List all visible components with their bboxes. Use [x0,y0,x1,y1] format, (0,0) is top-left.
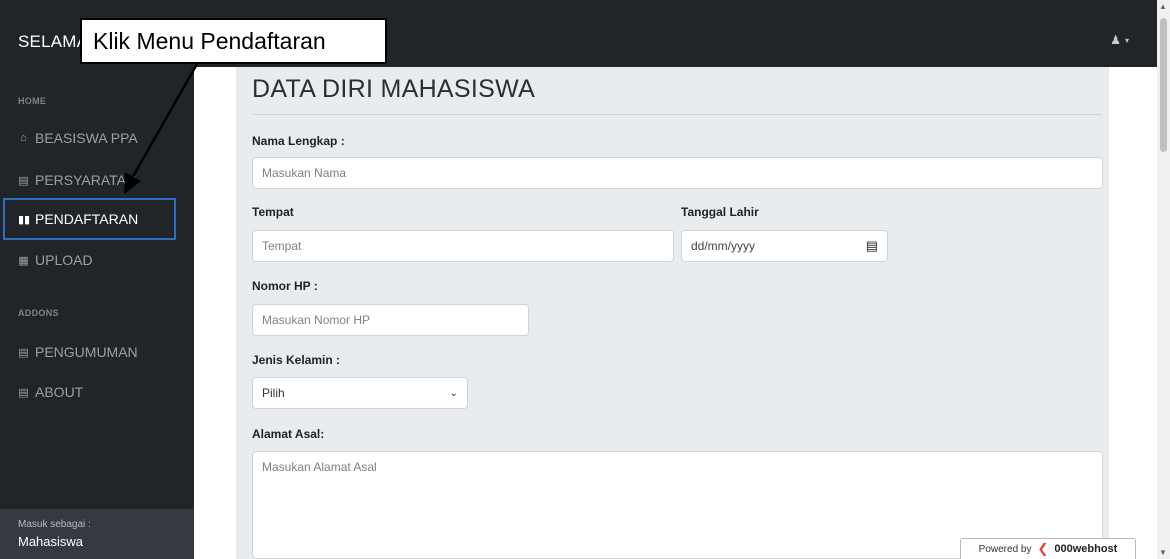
jenis-kelamin-select[interactable]: Pilih ⌄ [252,377,468,409]
jk-label: Jenis Kelamin : [252,353,341,367]
sidebar-item-pendaftaran[interactable]: ▮▮ PENDAFTARAN [3,198,176,240]
chevron-down-icon: ⌄ [449,387,458,399]
page-title: DATA DIRI MAHASISWA [252,75,536,103]
main-content: DATA DIRI MAHASISWA Nama Lengkap : Tempa… [194,67,1157,559]
sidebar-item-upload[interactable]: ▦ UPLOAD [0,239,177,281]
user-icon: ♟ [1110,33,1121,47]
tempat-label: Tempat [252,205,294,219]
sidebar-item-about[interactable]: ▤ ABOUT [0,371,177,413]
book-icon: ▤ [18,174,29,187]
section-heading-addons: ADDONS [18,308,59,318]
scroll-down-icon[interactable]: ▼ [1159,548,1167,557]
callout-text: Klik Menu Pendaftaran [93,27,326,54]
book-open-icon: ▮▮ [18,213,31,226]
sidebar-item-label: PERSYARATAN [35,172,137,188]
hp-label: Nomor HP : [252,279,318,293]
sidebar-item-pengumuman[interactable]: ▤ PENGUMUMAN [0,331,177,373]
calendar-icon[interactable]: ▤ [866,238,878,254]
hp-input[interactable] [252,304,529,336]
nama-label: Nama Lengkap : [252,134,345,148]
scrollbar[interactable]: ▲ ▼ [1157,0,1170,559]
scroll-up-icon[interactable]: ▲ [1159,2,1167,11]
file-icon: ▦ [18,254,29,267]
tanggal-label: Tanggal Lahir [681,205,759,219]
book-icon: ▤ [18,386,29,399]
sidebar: HOME ⌂ BEASISWA PPA ▤ PERSYARATAN ▮▮ PEN… [0,67,194,559]
sidebar-item-beasiswa[interactable]: ⌂ BEASISWA PPA [0,117,177,159]
scroll-thumb[interactable] [1160,18,1167,152]
sidebar-item-label: PENDAFTARAN [35,211,139,227]
powered-by-brand: 000webhost [1054,543,1118,555]
tanggal-input[interactable]: dd/mm/yyyy ▤ [681,230,888,262]
sidebar-footer: Masuk sebagai : Mahasiswa [0,509,194,559]
book-icon: ▤ [18,346,29,359]
sidebar-item-label: UPLOAD [35,252,93,268]
form-card: DATA DIRI MAHASISWA Nama Lengkap : Tempa… [236,67,1109,559]
tempat-input[interactable] [252,230,674,262]
powered-by-badge[interactable]: Powered by ❮ 000webhost [960,538,1136,559]
caret-down-icon: ▾ [1124,35,1129,45]
brand-title[interactable]: SELAMA [18,32,88,52]
section-heading-home: HOME [18,96,47,106]
logged-in-label: Masuk sebagai : [18,519,91,530]
alamat-label: Alamat Asal: [252,427,325,441]
title-divider [252,114,1102,115]
date-value: dd/mm/yyyy [691,239,756,253]
sidebar-item-label: PENGUMUMAN [35,344,138,360]
select-value: Pilih [262,386,285,400]
instruction-callout: Klik Menu Pendaftaran [80,18,387,64]
logged-in-role: Mahasiswa [18,534,84,549]
webhost-logo-icon: ❮ [1037,541,1049,556]
sidebar-item-label: ABOUT [35,384,84,400]
sidebar-item-persyaratan[interactable]: ▤ PERSYARATAN [0,159,177,201]
nama-input[interactable] [252,157,1103,189]
powered-by-label: Powered by [978,543,1032,555]
user-menu[interactable]: ♟ ▾ [1110,33,1129,47]
home-icon: ⌂ [20,132,27,144]
sidebar-item-label: BEASISWA PPA [35,130,138,146]
